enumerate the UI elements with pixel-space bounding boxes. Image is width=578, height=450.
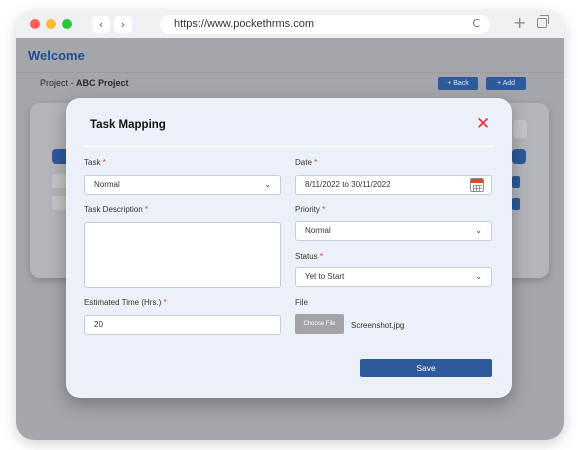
browser-titlebar: ‹ › https://www.pockethrms.com C +	[16, 10, 564, 38]
priority-label: Priority *	[295, 205, 325, 214]
forward-icon[interactable]: ›	[114, 16, 132, 33]
estimated-time-label: Estimated Time (Hrs.) *	[84, 298, 167, 307]
project-prefix: Project -	[40, 78, 77, 88]
required-marker: *	[319, 252, 324, 261]
status-select[interactable]: Yet to Start ⌄	[295, 267, 492, 287]
address-bar[interactable]: https://www.pockethrms.com C	[160, 15, 490, 34]
project-breadcrumb: Project - ABC Project	[40, 78, 129, 88]
project-name: ABC Project	[76, 78, 129, 88]
choose-file-button[interactable]: Choose File	[295, 314, 344, 334]
priority-select[interactable]: Normal ⌄	[295, 221, 492, 241]
required-marker: *	[314, 158, 318, 167]
status-select-value: Yet to Start	[305, 272, 345, 281]
task-mapping-modal: Task Mapping ✕ Task * Normal ⌄ Date * 8/…	[66, 98, 512, 398]
new-tab-icon[interactable]: +	[513, 14, 526, 32]
page-title: Welcome	[28, 48, 85, 63]
selected-file-name: Screenshot.jpg	[351, 321, 405, 330]
task-description-textarea[interactable]	[84, 222, 281, 288]
modal-title: Task Mapping	[90, 119, 166, 131]
close-icon[interactable]: ✕	[476, 115, 490, 132]
status-label-text: Status	[295, 252, 318, 261]
add-button[interactable]: + Add	[486, 77, 526, 90]
minimize-window-button[interactable]	[46, 19, 56, 29]
estimated-time-label-text: Estimated Time (Hrs.)	[84, 298, 162, 307]
required-marker: *	[102, 158, 106, 167]
required-marker: *	[163, 298, 167, 307]
priority-select-value: Normal	[305, 226, 331, 235]
date-label: Date *	[295, 158, 317, 167]
back-button[interactable]: + Back	[438, 77, 478, 90]
task-label-text: Task	[84, 158, 101, 167]
chevron-down-icon: ⌄	[475, 272, 482, 281]
task-description-label-text: Task Description	[84, 205, 143, 214]
reload-icon[interactable]: C	[472, 17, 480, 30]
background-input	[513, 120, 527, 138]
estimated-time-input[interactable]: 20	[84, 315, 281, 335]
task-label: Task *	[84, 158, 106, 167]
task-description-label: Task Description *	[84, 205, 148, 214]
background-row-action	[512, 198, 520, 210]
calendar-icon[interactable]	[470, 178, 484, 192]
task-select[interactable]: Normal ⌄	[84, 175, 281, 195]
required-marker: *	[144, 205, 149, 214]
modal-divider	[84, 146, 494, 147]
date-range-input[interactable]: 8/11/2022 to 30/11/2022	[295, 175, 492, 195]
file-label: File	[295, 298, 308, 307]
date-range-value: 8/11/2022 to 30/11/2022	[305, 180, 391, 189]
browser-window: ‹ › https://www.pockethrms.com C + Welco…	[16, 10, 564, 440]
required-marker: *	[322, 205, 326, 214]
page-content: Welcome Project - ABC Project + Back + A…	[16, 38, 564, 440]
url-text: https://www.pockethrms.com	[174, 18, 314, 30]
estimated-time-value: 20	[94, 320, 103, 329]
header-divider	[16, 72, 564, 73]
save-button[interactable]: Save	[360, 359, 492, 377]
task-select-value: Normal	[94, 180, 120, 189]
back-icon[interactable]: ‹	[92, 16, 110, 33]
date-label-text: Date	[295, 158, 312, 167]
close-window-button[interactable]	[30, 19, 40, 29]
background-table-header-right	[512, 149, 526, 164]
priority-label-text: Priority	[295, 205, 320, 214]
chevron-down-icon: ⌄	[475, 226, 482, 235]
chevron-down-icon: ⌄	[264, 180, 271, 189]
tabs-overview-icon[interactable]	[537, 15, 549, 28]
maximize-window-button[interactable]	[62, 19, 72, 29]
status-label: Status *	[295, 252, 323, 261]
background-row-action	[512, 176, 520, 188]
